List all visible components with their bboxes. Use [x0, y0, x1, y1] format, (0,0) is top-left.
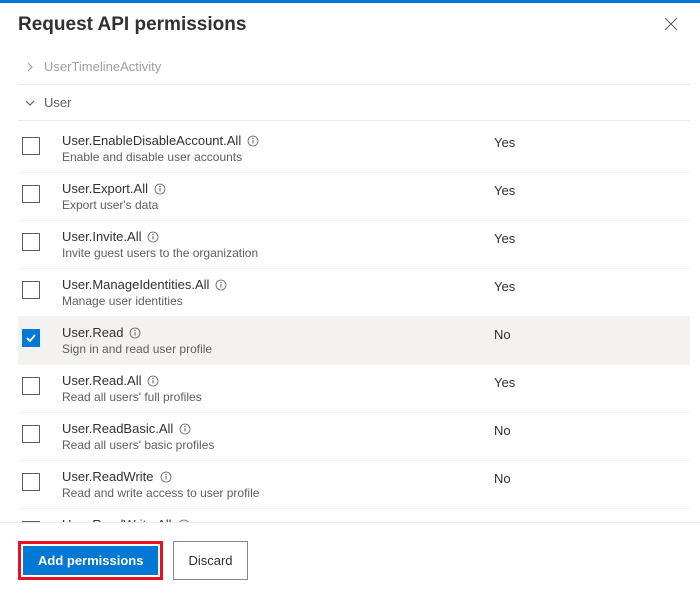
permission-name-line: User.ReadBasic.All: [62, 421, 494, 436]
permission-list: User.EnableDisableAccount.All Enable and …: [18, 125, 690, 525]
permission-row: User.ReadWrite Read and write access to u…: [18, 461, 690, 509]
permission-name-line: User.ReadWrite: [62, 469, 494, 484]
checkbox-cell: [22, 277, 62, 299]
permission-row: User.Invite.All Invite guest users to the…: [18, 221, 690, 269]
permission-checkbox[interactable]: [22, 185, 40, 203]
permission-name: User.Invite.All: [62, 229, 141, 244]
permission-text: User.ReadBasic.All Read all users' basic …: [62, 421, 494, 452]
info-icon[interactable]: [160, 471, 172, 483]
permission-row: User.Read Sign in and read user profileNo: [18, 317, 690, 365]
admin-consent-value: No: [494, 325, 684, 342]
admin-consent-value: No: [494, 421, 684, 438]
admin-consent-value: Yes: [494, 229, 684, 246]
info-icon[interactable]: [179, 423, 191, 435]
group-usertimelineactivity[interactable]: UserTimelineActivity: [18, 53, 690, 80]
permission-description: Sign in and read user profile: [62, 342, 494, 356]
permission-row: User.Read.All Read all users' full profil…: [18, 365, 690, 413]
add-permissions-button[interactable]: Add permissions: [23, 546, 158, 575]
chevron-down-icon: [22, 98, 38, 108]
info-icon[interactable]: [147, 375, 159, 387]
checkbox-cell: [22, 373, 62, 395]
permission-description: Export user's data: [62, 198, 494, 212]
divider: [18, 84, 690, 85]
permission-description: Read all users' basic profiles: [62, 438, 494, 452]
permission-checkbox[interactable]: [22, 425, 40, 443]
highlight-box: Add permissions: [18, 541, 163, 580]
close-button[interactable]: [660, 13, 682, 37]
chevron-right-icon: [22, 62, 38, 72]
permission-name-line: User.ManageIdentities.All: [62, 277, 494, 292]
permission-text: User.EnableDisableAccount.All Enable and …: [62, 133, 494, 164]
permission-name: User.Export.All: [62, 181, 148, 196]
info-icon[interactable]: [129, 327, 141, 339]
permission-description: Read and write access to user profile: [62, 486, 494, 500]
permission-description: Read all users' full profiles: [62, 390, 494, 404]
discard-button[interactable]: Discard: [173, 541, 247, 580]
permission-row: User.EnableDisableAccount.All Enable and …: [18, 125, 690, 173]
permission-text: User.Read Sign in and read user profile: [62, 325, 494, 356]
permission-name-line: User.Export.All: [62, 181, 494, 196]
admin-consent-value: Yes: [494, 373, 684, 390]
admin-consent-value: Yes: [494, 133, 684, 150]
group-label: User: [44, 95, 71, 110]
permission-checkbox[interactable]: [22, 233, 40, 251]
permission-name-line: User.Read: [62, 325, 494, 340]
checkbox-cell: [22, 133, 62, 155]
permission-name-line: User.Invite.All: [62, 229, 494, 244]
permission-checkbox[interactable]: [22, 473, 40, 491]
permission-name: User.ReadBasic.All: [62, 421, 173, 436]
permission-row: User.ManageIdentities.All Manage user ide…: [18, 269, 690, 317]
permission-name: User.ManageIdentities.All: [62, 277, 209, 292]
group-user[interactable]: User: [18, 89, 690, 116]
checkbox-cell: [22, 325, 62, 347]
permission-checkbox[interactable]: [22, 377, 40, 395]
panel-title: Request API permissions: [18, 14, 246, 36]
admin-consent-value: Yes: [494, 181, 684, 198]
divider: [18, 120, 690, 121]
permission-name: User.Read: [62, 325, 123, 340]
admin-consent-value: No: [494, 469, 684, 486]
footer-bar: Add permissions Discard: [0, 522, 700, 590]
panel-header: Request API permissions: [0, 3, 700, 53]
permission-row: User.Export.All Export user's dataYes: [18, 173, 690, 221]
permission-name: User.Read.All: [62, 373, 141, 388]
permission-name-line: User.EnableDisableAccount.All: [62, 133, 494, 148]
group-label: UserTimelineActivity: [44, 59, 161, 74]
permission-text: User.Export.All Export user's data: [62, 181, 494, 212]
permission-text: User.ManageIdentities.All Manage user ide…: [62, 277, 494, 308]
checkbox-cell: [22, 229, 62, 251]
permission-text: User.Read.All Read all users' full profil…: [62, 373, 494, 404]
info-icon[interactable]: [215, 279, 227, 291]
permission-description: Manage user identities: [62, 294, 494, 308]
checkbox-cell: [22, 421, 62, 443]
permission-checkbox[interactable]: [22, 329, 40, 347]
permission-name: User.ReadWrite: [62, 469, 154, 484]
permission-name-line: User.Read.All: [62, 373, 494, 388]
permission-checkbox[interactable]: [22, 137, 40, 155]
admin-consent-value: Yes: [494, 277, 684, 294]
checkbox-cell: [22, 469, 62, 491]
permission-checkbox[interactable]: [22, 281, 40, 299]
permission-text: User.Invite.All Invite guest users to the…: [62, 229, 494, 260]
info-icon[interactable]: [147, 231, 159, 243]
checkbox-cell: [22, 181, 62, 203]
info-icon[interactable]: [154, 183, 166, 195]
permission-row: User.ReadBasic.All Read all users' basic …: [18, 413, 690, 461]
permission-description: Enable and disable user accounts: [62, 150, 494, 164]
close-icon: [664, 17, 678, 31]
permission-name: User.EnableDisableAccount.All: [62, 133, 241, 148]
permission-text: User.ReadWrite Read and write access to u…: [62, 469, 494, 500]
permission-description: Invite guest users to the organization: [62, 246, 494, 260]
info-icon[interactable]: [247, 135, 259, 147]
panel-content: UserTimelineActivity User User.EnableDis…: [0, 53, 700, 525]
